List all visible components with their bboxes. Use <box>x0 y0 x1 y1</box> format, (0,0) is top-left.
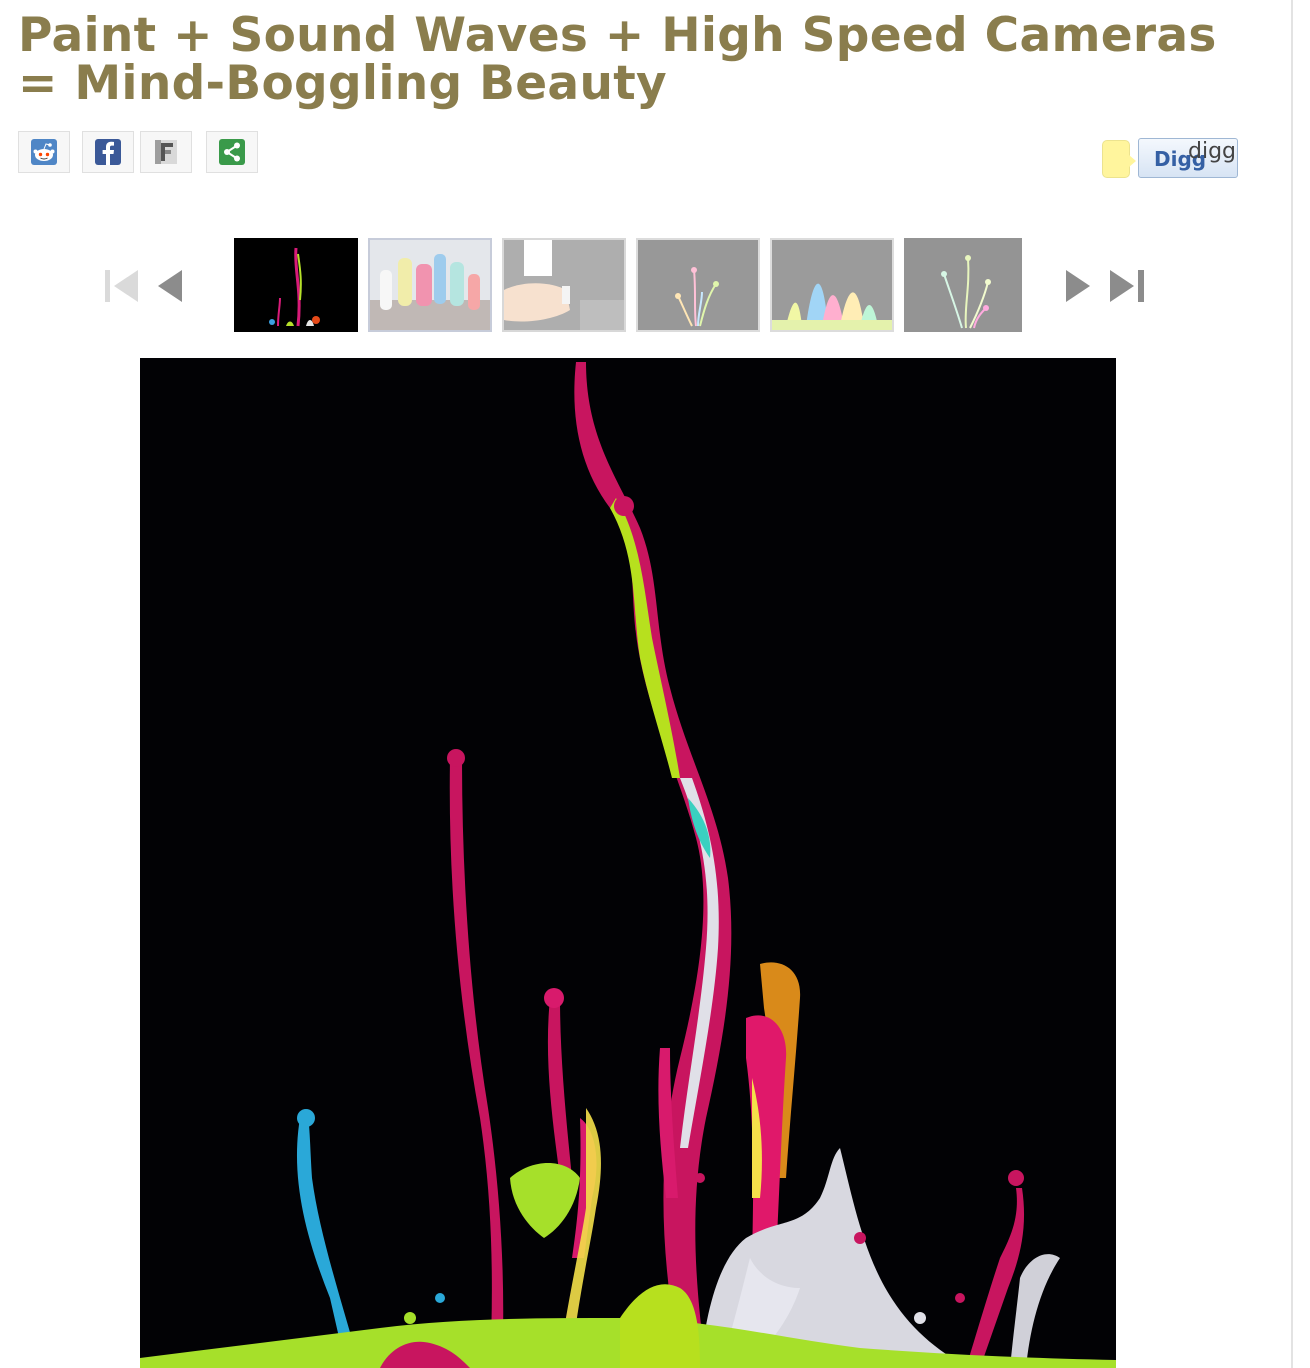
thumbnail-image <box>504 240 624 330</box>
thumbnail-image <box>904 238 1022 332</box>
gallery-thumbnail[interactable] <box>234 238 358 332</box>
reddit-alien-icon <box>31 139 57 165</box>
thumbnail-image <box>236 240 356 330</box>
article-title: Paint + Sound Waves + High Speed Cameras… <box>18 8 1217 111</box>
gallery-carousel <box>0 230 1290 340</box>
digg-widget: Digg digg <box>1102 137 1242 181</box>
article-page: Paint + Sound Waves + High Speed Cameras… <box>0 0 1310 1368</box>
gallery-thumbnail[interactable] <box>502 238 626 332</box>
share-button[interactable] <box>206 131 258 173</box>
gallery-thumbnail[interactable] <box>368 238 492 332</box>
next-icon[interactable] <box>1060 268 1100 304</box>
gallery-thumbnail[interactable] <box>636 238 760 332</box>
fark-share-button[interactable] <box>140 131 192 173</box>
digg-alt-text: digg <box>1188 139 1237 164</box>
fark-f-icon <box>155 140 177 164</box>
prev-icon[interactable] <box>154 268 194 304</box>
facebook-share-button[interactable] <box>82 131 134 173</box>
thumbnail-image <box>772 240 892 330</box>
first-icon[interactable] <box>102 268 142 304</box>
thumbnail-image <box>638 240 758 330</box>
gallery-thumbnail[interactable] <box>770 238 894 332</box>
share-nodes-icon <box>219 139 245 165</box>
column-divider <box>1291 0 1293 1368</box>
thumbnail-image <box>370 240 490 330</box>
gallery-thumbnail[interactable] <box>904 238 1022 332</box>
reddit-share-button[interactable] <box>18 131 70 173</box>
facebook-f-icon <box>95 139 121 165</box>
last-icon[interactable] <box>1106 268 1146 304</box>
paint-splash-image <box>140 358 1116 1368</box>
main-photo <box>140 358 1116 1368</box>
digg-count-badge <box>1102 140 1136 178</box>
